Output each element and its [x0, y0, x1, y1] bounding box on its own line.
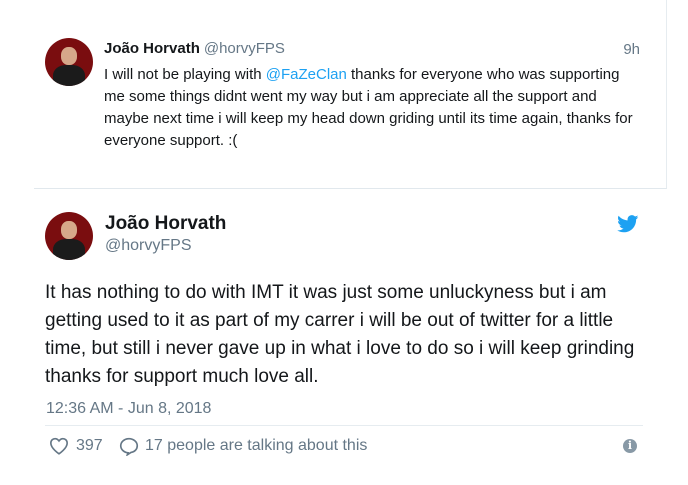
divider — [45, 425, 643, 426]
twitter-bird-icon[interactable] — [617, 215, 639, 233]
parent-avatar[interactable] — [45, 38, 93, 86]
avatar-body — [53, 239, 85, 260]
parent-tweet-text: I will not be playing with @FaZeClan tha… — [104, 64, 644, 152]
tweet-actions: 397 17 people are talking about this i — [45, 434, 643, 460]
avatar-face — [61, 221, 77, 239]
tweet-timestamp[interactable]: 12:36 AM - Jun 8, 2018 — [46, 400, 211, 418]
parent-text-start: I will not be playing with — [104, 66, 266, 83]
parent-tweet-card[interactable]: João Horvath @horvyFPS 9h I will not be p… — [34, 0, 667, 189]
talking-about-link[interactable]: 17 people are talking about this — [145, 437, 367, 455]
parent-author[interactable]: João Horvath @horvyFPS — [104, 40, 285, 57]
main-avatar[interactable] — [45, 212, 93, 260]
parent-timestamp[interactable]: 9h — [623, 41, 640, 58]
main-tweet-text: It has nothing to do with IMT it was jus… — [45, 282, 635, 387]
heart-icon[interactable] — [49, 437, 69, 455]
parent-author-handle[interactable]: @horvyFPS — [204, 40, 285, 57]
main-author-name[interactable]: João Horvath — [105, 213, 226, 235]
like-count[interactable]: 397 — [76, 437, 103, 455]
parent-author-name[interactable]: João Horvath — [104, 40, 200, 57]
main-author-handle[interactable]: @horvyFPS — [105, 237, 191, 255]
speech-bubble-icon[interactable] — [119, 437, 139, 456]
avatar-body — [53, 65, 85, 86]
info-icon[interactable]: i — [623, 439, 637, 453]
avatar-face — [61, 47, 77, 65]
mention-link[interactable]: @FaZeClan — [266, 66, 347, 83]
